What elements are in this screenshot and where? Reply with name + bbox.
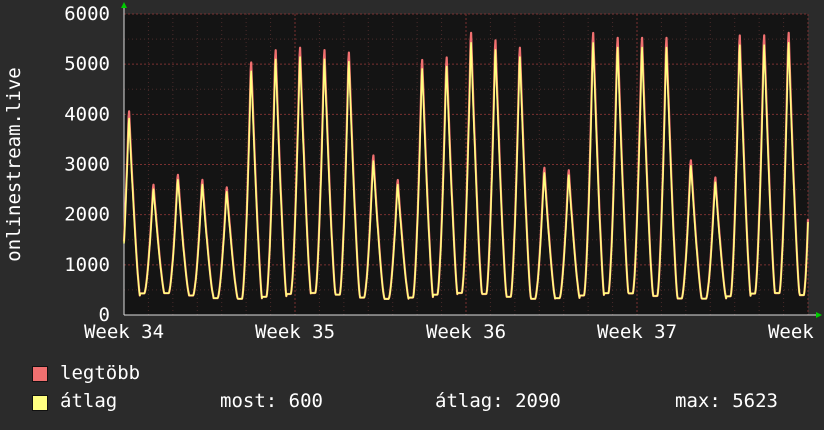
legend-label-legtobb: legtöbb — [60, 362, 141, 384]
x-axis-arrow-icon — [816, 312, 822, 318]
traffic-chart: 0100020003000400050006000Week 34 Week 35 W… — [3, 2, 824, 343]
y-tick-label: 1000 — [64, 254, 110, 276]
x-tick-label: Week 38 — [768, 321, 824, 343]
stat-max: max: 5623 — [675, 390, 778, 412]
legend-swatch-legtobb — [32, 366, 48, 382]
y-tick-label: 4000 — [64, 103, 110, 125]
legend-swatch-atlag — [32, 395, 48, 411]
x-tick-label: Week 36 — [426, 321, 506, 343]
x-tick-label: Week 35 — [255, 321, 335, 343]
x-tick-label: Week 34 — [84, 321, 164, 343]
stat-most: most: 600 — [220, 390, 323, 412]
y-tick-label: 5000 — [64, 53, 110, 75]
y-tick-label: 2000 — [64, 204, 110, 226]
stat-atlag: átlag: 2090 — [435, 390, 561, 412]
y-tick-label: 6000 — [64, 3, 110, 25]
y-axis-arrow-icon — [121, 2, 127, 8]
y-tick-label: 3000 — [64, 154, 110, 176]
y-axis-title: onlinestream.live — [3, 67, 25, 261]
x-tick-label: Week 37 — [597, 321, 677, 343]
chart-panel: 0 1000 2000 3000 4000 5000 6000 Week 34 Week 35 W… — [0, 0, 824, 430]
legend-label-atlag: átlag — [60, 390, 118, 412]
